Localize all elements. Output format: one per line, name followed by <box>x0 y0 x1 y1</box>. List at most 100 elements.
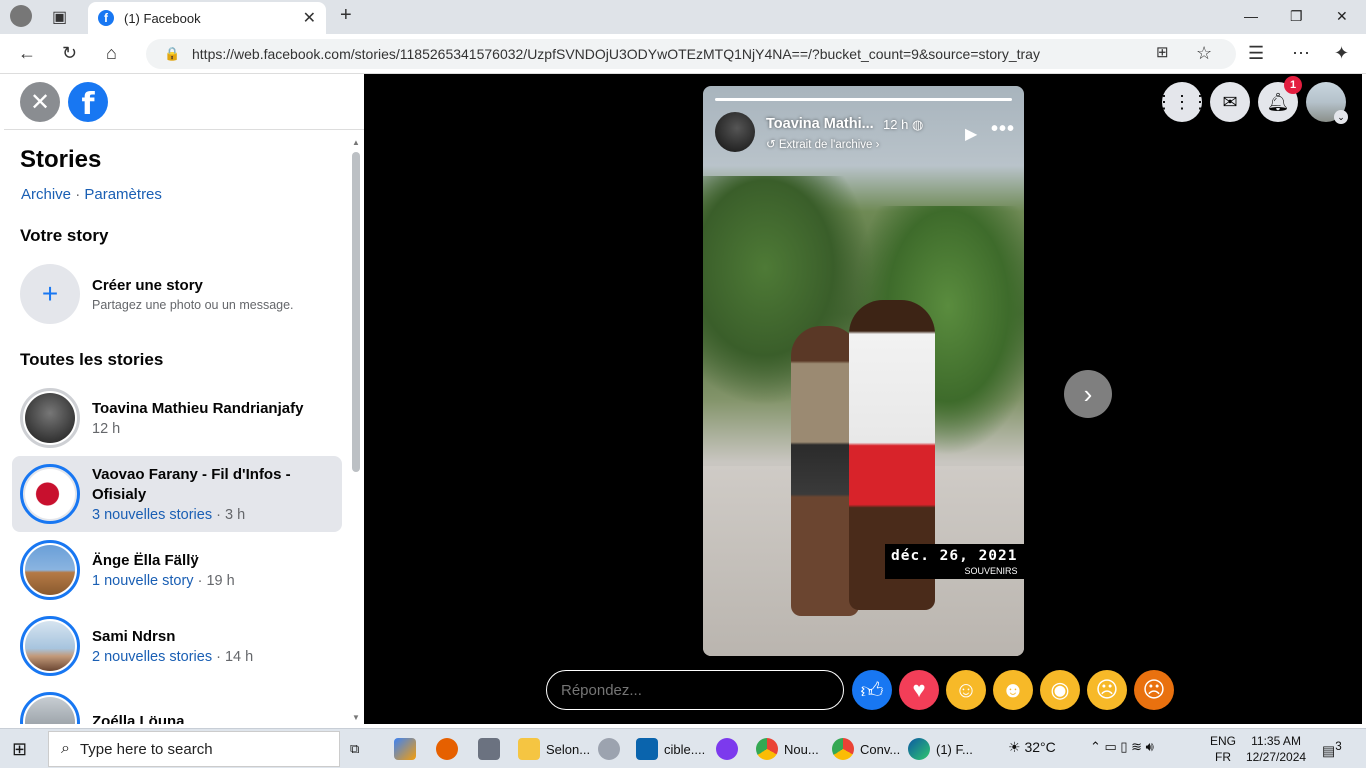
story-list: Toavina Mathieu Randrianjafy 12 h Vaovao… <box>12 380 342 724</box>
clock[interactable]: 11:35 AM 12/27/2024 <box>1246 733 1306 765</box>
taskbar-app-chrome-2[interactable]: Conv... <box>832 737 900 761</box>
minimize-icon[interactable]: — <box>1244 8 1258 24</box>
story-time-value: 12 h <box>883 117 909 132</box>
weather-widget[interactable]: ☀ 32°C <box>1008 739 1056 755</box>
create-story-title: Créer une story <box>92 276 203 294</box>
close-stories-button[interactable]: ✕ <box>20 82 60 122</box>
create-story-button[interactable]: + Créer une story Partagez une photo ou … <box>20 264 294 324</box>
sad-reaction-icon[interactable]: ☹ <box>1087 670 1127 710</box>
page-title: Stories <box>20 146 102 173</box>
close-tab-icon[interactable]: ✕ <box>303 8 316 28</box>
reload-icon[interactable]: ↻ <box>62 43 77 64</box>
notification-center-count: 3 <box>1335 740 1342 753</box>
favorite-star-icon[interactable]: ☆ <box>1196 43 1212 64</box>
tray-icons[interactable]: ⌃ ▭ ▯ ≋ 🔊︎ <box>1090 739 1154 755</box>
love-reaction-icon[interactable]: ♥ <box>899 670 939 710</box>
folder-icon <box>518 738 540 760</box>
story-time: 12 h ◍ <box>883 117 923 133</box>
link-separator: · <box>71 186 85 203</box>
taskbar-app-explorer[interactable]: Selon... <box>518 737 590 761</box>
taskbar-app-vscode[interactable]: cible.... <box>636 737 705 761</box>
paint-app-icon[interactable] <box>598 737 626 761</box>
story-author-avatar[interactable] <box>715 112 755 152</box>
messenger-icon[interactable]: ✉ <box>1210 82 1250 122</box>
vscode-icon <box>636 738 658 760</box>
home-icon[interactable]: ⌂ <box>106 43 117 64</box>
globe-icon: ◍ <box>911 117 924 132</box>
tab-facebook[interactable]: f (1) Facebook ✕ <box>88 2 326 34</box>
obs-app-icon[interactable] <box>716 737 744 761</box>
haha-reaction-icon[interactable]: ☻ <box>993 670 1033 710</box>
plus-icon: + <box>20 264 80 324</box>
story-more-icon[interactable]: ••• <box>991 118 1015 141</box>
history-icon: ↺ <box>766 139 776 151</box>
taskbar-app-chrome-1[interactable]: Nou... <box>756 737 819 761</box>
notification-badge: 1 <box>1284 76 1302 94</box>
menu-grid-icon[interactable]: ⋮⋮⋮ <box>1155 82 1209 122</box>
story-item-name: Sami Ndrsn <box>92 628 176 645</box>
chrome-icon <box>756 738 778 760</box>
taskbar-app-label: cible.... <box>664 741 706 757</box>
app-available-icon[interactable]: ⊞ <box>1156 43 1169 61</box>
scroll-up-icon[interactable]: ▲ <box>352 138 360 147</box>
next-story-button[interactable]: › <box>1064 370 1112 418</box>
profile-icon[interactable] <box>10 5 32 27</box>
story-card[interactable]: Toavina Mathi... 12 h ◍ ↺ Extrait de l'a… <box>703 86 1024 656</box>
back-icon[interactable]: ← <box>18 43 36 64</box>
task-view-icon[interactable]: ⧉ <box>350 737 359 761</box>
story-item-time: · 14 h <box>212 649 254 665</box>
scrollbar-thumb[interactable] <box>352 152 360 472</box>
wow-reaction-icon[interactable]: ◉ <box>1040 670 1080 710</box>
taskbar-search[interactable]: ⌕ Type here to search <box>48 731 340 767</box>
story-archive-label[interactable]: ↺ Extrait de l'archive › <box>766 137 879 151</box>
new-tab-icon[interactable]: + <box>340 4 352 27</box>
windows-start-icon[interactable]: ⊞ <box>12 739 27 760</box>
tab-title: (1) Facebook <box>124 10 201 26</box>
calendar-app-icon[interactable] <box>478 737 506 761</box>
archive-link[interactable]: Archive <box>21 186 71 203</box>
restore-icon[interactable]: ❐ <box>1290 8 1303 25</box>
create-story-subtitle: Partagez une photo ou un message. <box>92 297 294 312</box>
more-icon[interactable]: ⋯ <box>1292 43 1310 64</box>
memory-date-badge: déc. 26, 2021 SOUVENIRS <box>885 544 1024 579</box>
sidebar-scrollbar[interactable]: ▲ ▼ <box>352 138 360 724</box>
story-item-toavina[interactable]: Toavina Mathieu Randrianjafy 12 h <box>12 380 342 456</box>
notification-center-icon[interactable]: ▤3 <box>1322 739 1342 759</box>
taskbar-app-edge[interactable]: (1) F... <box>908 737 973 761</box>
your-story-heading: Votre story <box>20 226 109 245</box>
play-icon[interactable]: ▶ <box>965 124 977 144</box>
story-item-time: 12 h <box>92 421 121 437</box>
copilot-icon[interactable]: ✦ <box>1334 43 1349 64</box>
story-item-name: Zoélla Löuna <box>92 713 185 724</box>
input-language[interactable]: ENG FR <box>1210 733 1236 765</box>
story-item-zoella[interactable]: Zoélla Löuna <box>12 684 342 724</box>
favorites-icon[interactable]: ☰ <box>1248 43 1264 64</box>
like-reaction-icon[interactable]: 👍︎ <box>852 670 892 710</box>
copilot-app-icon[interactable] <box>394 737 422 761</box>
story-author-name[interactable]: Toavina Mathi... <box>766 116 874 132</box>
care-reaction-icon[interactable]: ☺ <box>946 670 986 710</box>
facebook-logo-icon[interactable]: f <box>68 82 108 122</box>
reply-input[interactable] <box>546 670 844 710</box>
story-item-sami[interactable]: Sami Ndrsn 2 nouvelles stories · 14 h <box>12 608 342 684</box>
avatar <box>20 692 80 724</box>
taskbar-app-label: Selon... <box>546 741 591 757</box>
url-field[interactable]: 🔒 https://web.facebook.com/stories/11852… <box>146 39 1236 69</box>
scroll-down-icon[interactable]: ▼ <box>352 713 360 722</box>
story-item-new-count: 1 nouvelle story <box>92 573 194 589</box>
sidebar-header: ✕ f <box>4 74 364 130</box>
weather-icon: ☀ <box>1008 739 1021 755</box>
lock-icon[interactable]: 🔒 <box>164 46 180 62</box>
story-item-vaovao[interactable]: Vaovao Farany - Fil d'Infos - Ofisialy 3… <box>12 456 342 532</box>
chevron-down-icon[interactable]: ⌄ <box>1334 110 1348 124</box>
taskbar-app-label: (1) F... <box>936 741 973 757</box>
tab-actions-icon[interactable]: ▣ <box>52 7 67 27</box>
firefox-icon[interactable] <box>436 737 464 761</box>
clock-time: 11:35 AM <box>1251 734 1301 748</box>
story-item-name: Änge Ëlla Fällÿ <box>92 552 199 569</box>
story-item-ange[interactable]: Änge Ëlla Fällÿ 1 nouvelle story · 19 h <box>12 532 342 608</box>
angry-reaction-icon[interactable]: ☹ <box>1134 670 1174 710</box>
close-window-icon[interactable]: ✕ <box>1336 8 1348 25</box>
story-item-name: Toavina Mathieu Randrianjafy <box>92 400 304 417</box>
settings-link[interactable]: Paramètres <box>84 186 162 203</box>
